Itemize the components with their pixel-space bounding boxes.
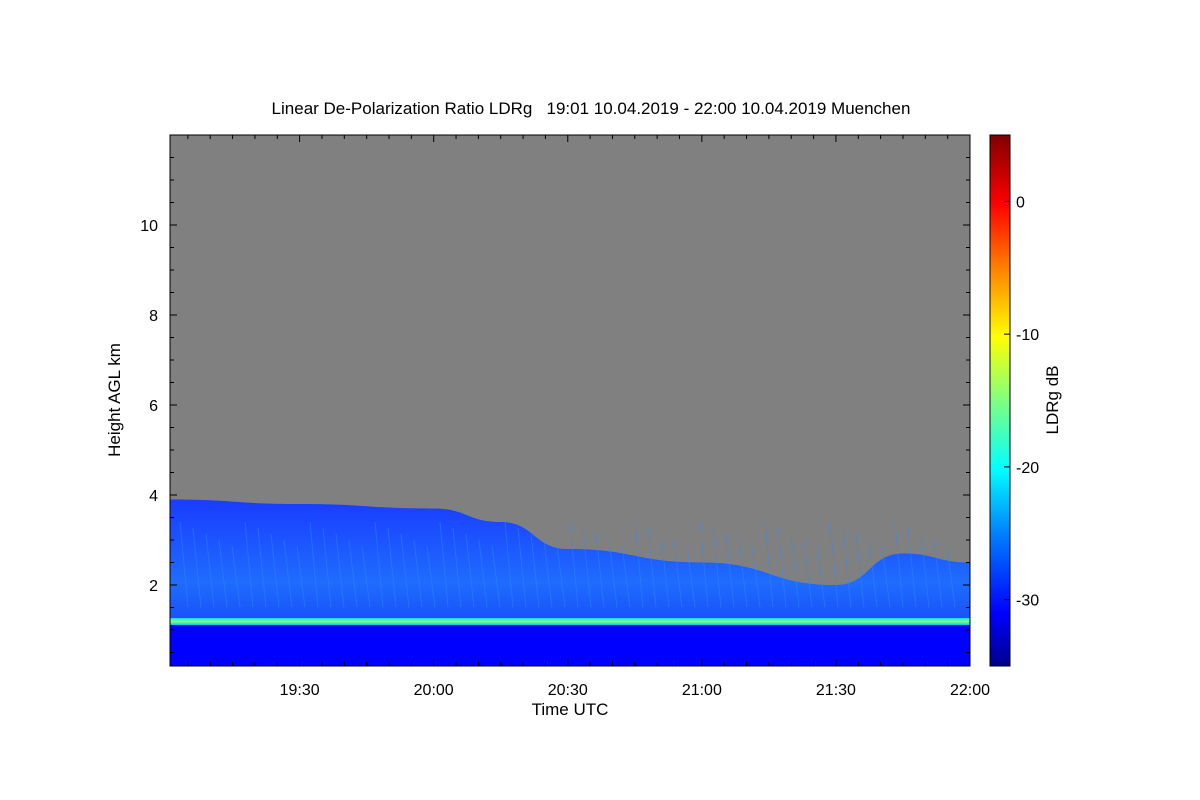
y-axis-label: Height AGL km: [105, 343, 124, 457]
y-tick-label: 10: [140, 218, 158, 235]
y-tick-label: 8: [149, 308, 158, 325]
x-tick-label: 21:30: [816, 682, 856, 699]
colorbar: [989, 134, 1011, 667]
colorbar-tick-label: -10: [1016, 327, 1039, 344]
chart-svg: 19:30 20:00 20:30 21:00 21:30 22:00 2 4 6 8 10 Li…: [105, 99, 1062, 719]
x-tick-label: 20:00: [414, 682, 454, 699]
x-tick-label: 22:00: [950, 682, 990, 699]
chart-figure: 19:30 20:00 20:30 21:00 21:30 22:00 2 4 6 8 10 Li…: [0, 0, 1200, 800]
y-tick-label: 6: [149, 398, 158, 415]
colorbar-tick-label: 0: [1016, 194, 1025, 211]
colorbar-tick-label: -30: [1016, 593, 1039, 610]
x-axis-label: Time UTC: [532, 700, 609, 719]
y-tick-label: 4: [149, 488, 158, 505]
depolarization-band: [170, 618, 970, 625]
colorbar-label: LDRg dB: [1043, 366, 1062, 435]
x-tick-label: 21:00: [682, 682, 722, 699]
y-tick-label: 2: [149, 578, 158, 595]
x-tick-label: 19:30: [280, 682, 320, 699]
x-tick-label: 20:30: [548, 682, 588, 699]
boundary-layer: [170, 623, 970, 666]
colorbar-tick-label: -20: [1016, 460, 1039, 477]
chart-title: Linear De-Polarization Ratio LDRg 19:01 …: [272, 99, 911, 118]
